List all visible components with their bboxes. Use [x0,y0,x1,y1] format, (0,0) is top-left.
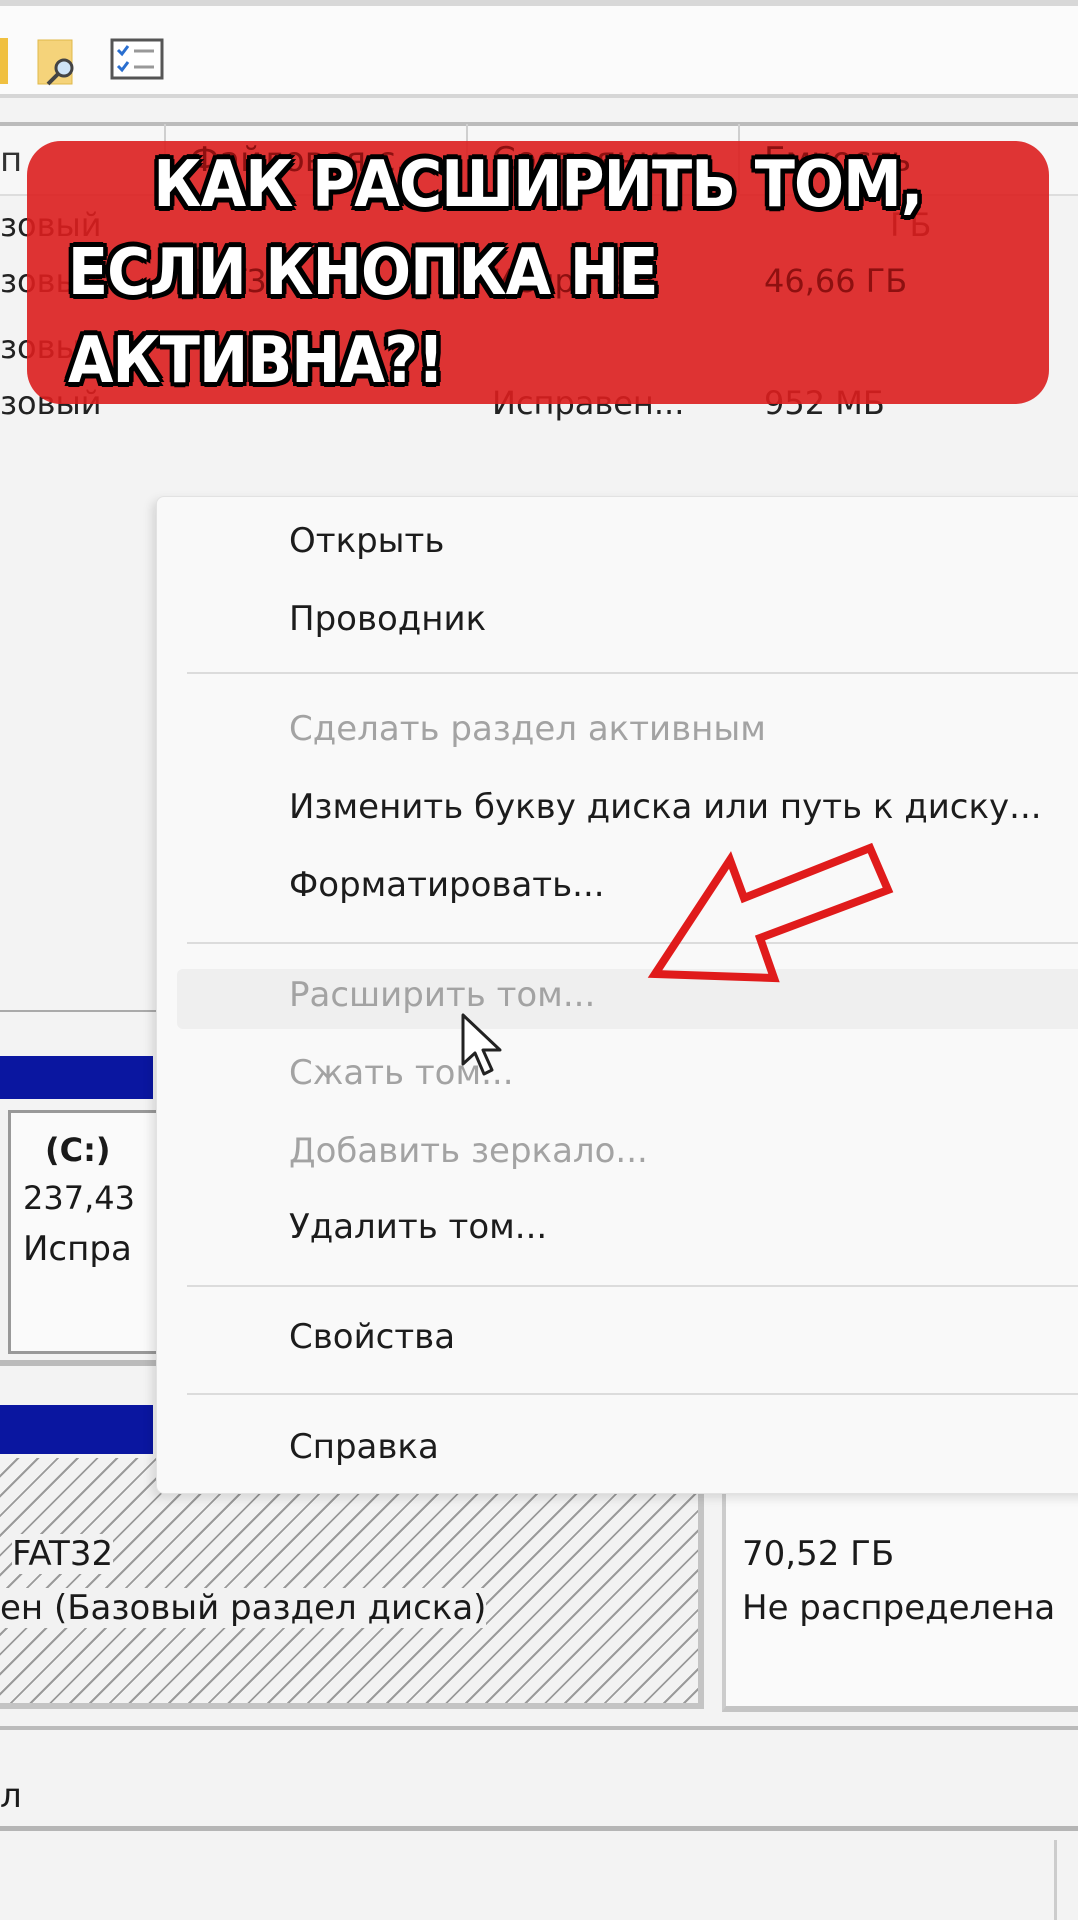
banner-line-2: ЕСЛИ КНОПКА НЕ АКТИВНА?! [67,235,659,398]
folder-search-icon[interactable] [36,38,82,86]
menu-item-help[interactable]: Справка [289,1427,439,1467]
partition-fat32-status: ен (Базовый раздел диска) [0,1588,487,1628]
unallocated-size: 70,52 ГБ [742,1534,895,1574]
legend-text: л [0,1776,22,1816]
status-divider [1054,1840,1057,1920]
divider [0,1826,1078,1831]
menu-item-format[interactable]: Форматировать... [289,865,605,905]
partition-fat32[interactable]: FAT32 ен (Базовый раздел диска) [0,1458,704,1709]
menu-separator [187,1285,1078,1287]
column-header-type[interactable]: п [0,140,22,180]
checklist-icon[interactable] [110,38,166,84]
menu-item-delete-volume[interactable]: Удалить том... [289,1207,547,1247]
menu-item-add-mirror: Добавить зеркало... [289,1131,648,1171]
partition-c-size: 237,43 [23,1179,135,1217]
divider [0,1726,1078,1730]
red-arrow-icon [647,842,894,983]
unallocated-status: Не распределена [742,1588,1056,1628]
context-menu: Открыть Проводник Сделать раздел активны… [156,496,1078,1494]
menu-separator [187,672,1078,674]
divider [0,1010,156,1012]
menu-item-change-drive-letter[interactable]: Изменить букву диска или путь к диску... [289,787,1042,827]
menu-separator [187,942,1078,944]
partition-c-status: Испра [23,1229,132,1269]
menu-separator [187,1393,1078,1395]
unallocated-space[interactable]: 70,52 ГБ Не распределена [722,1458,1078,1712]
menu-item-extend-volume: Расширить том... [289,975,596,1015]
partition-c[interactable]: (C:) 237,43 Испра [8,1110,161,1354]
menu-item-open[interactable]: Открыть [289,521,444,561]
title-banner: КАК РАСШИРИТЬ ТОМ, ЕСЛИ КНОПКА НЕ АКТИВН… [27,141,1049,404]
partition-fat32-fs: FAT32 [12,1534,114,1574]
banner-line-1: КАК РАСШИРИТЬ ТОМ, [153,147,924,222]
menu-item-properties[interactable]: Свойства [289,1317,455,1357]
mouse-cursor-icon [461,1013,502,1076]
menu-item-explorer[interactable]: Проводник [289,599,486,639]
partition-header-bar [0,1056,153,1099]
partition-c-label: (C:) [45,1131,111,1169]
partition-header-bar [0,1405,153,1454]
divider [0,1360,156,1366]
menu-item-mark-active: Сделать раздел активным [289,709,766,749]
toolbar-icon-partial[interactable] [0,38,8,84]
